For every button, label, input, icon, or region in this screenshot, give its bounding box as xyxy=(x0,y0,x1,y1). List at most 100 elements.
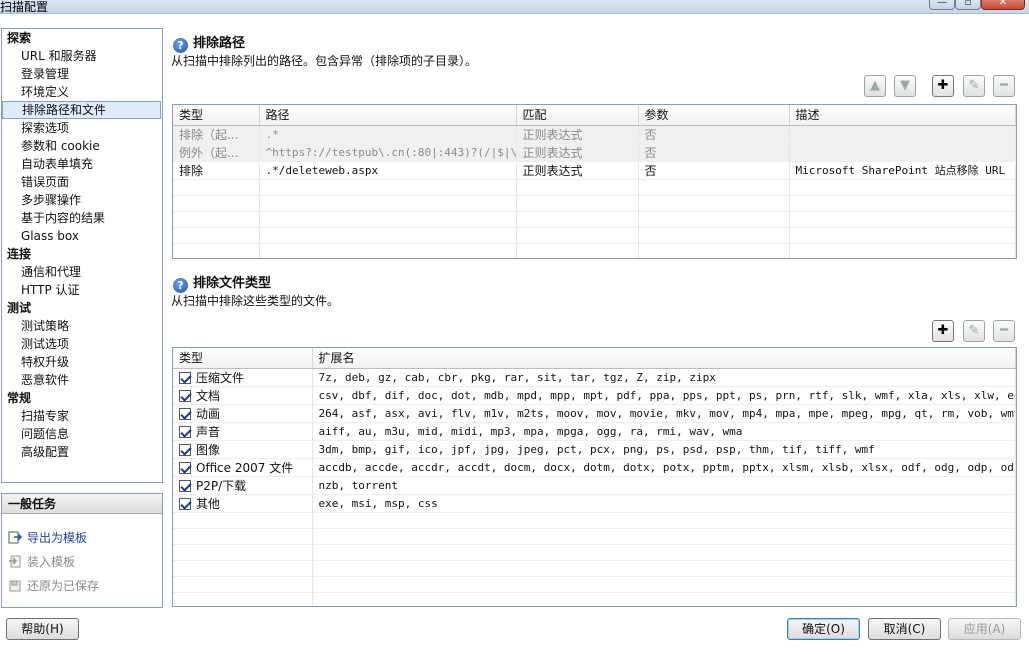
type-checkbox[interactable] xyxy=(179,461,191,474)
help-button[interactable]: 帮助(H) xyxy=(6,618,79,640)
cell-extensions: accdb, accde, accdr, accdt, docm, docx, … xyxy=(312,458,1016,477)
table-row[interactable]: Office 2007 文件 accdb, accde, accdr, accd… xyxy=(173,458,1016,477)
column-header-params[interactable]: 参数 xyxy=(638,105,790,126)
table-row[interactable]: 排除 .*/deleteweb.aspx 正则表达式 否 Microsoft S… xyxy=(173,161,1016,180)
nav-item-http-auth[interactable]: HTTP 认证 xyxy=(2,281,162,299)
help-icon[interactable]: ? xyxy=(173,278,188,293)
cell-extensions: 7z, deb, gz, cab, cbr, pkg, rar, sit, ta… xyxy=(312,368,1016,387)
revert-saved-link[interactable]: 还原为已保存 xyxy=(8,577,99,595)
apply-button[interactable]: 应用(A) xyxy=(948,618,1021,640)
cell-extensions: aiff, au, m3u, mid, midi, mp3, mpa, mpga… xyxy=(312,422,1016,441)
type-checkbox[interactable] xyxy=(179,371,191,384)
nav-item-explore-options[interactable]: 探索选项 xyxy=(2,119,162,137)
exclude-paths-description: 从扫描中排除列出的路径。包含异常（排除项的子目录）。 xyxy=(171,54,478,68)
move-up-button[interactable]: ▲ xyxy=(864,75,886,97)
empty-row xyxy=(173,227,1016,244)
column-header-type[interactable]: 类型 xyxy=(173,348,313,369)
type-checkbox[interactable] xyxy=(179,389,191,402)
export-icon xyxy=(8,531,23,544)
type-checkbox[interactable] xyxy=(179,407,191,420)
nav-item-exclude-paths-files[interactable]: 排除路径和文件 xyxy=(2,101,161,119)
add-file-type-button[interactable]: ✚ xyxy=(932,320,954,342)
table-row[interactable]: 声音 aiff, au, m3u, mid, midi, mp3, mpa, m… xyxy=(173,422,1016,441)
cell-type: 排除 xyxy=(173,161,260,180)
table-row[interactable]: 文档 csv, dbf, dif, doc, dot, mdb, mpd, mp… xyxy=(173,386,1016,405)
cell-match: 正则表达式 xyxy=(516,143,639,162)
maximize-button[interactable]: ▫ xyxy=(955,0,981,10)
nav-item-advanced-config[interactable]: 高级配置 xyxy=(2,443,162,461)
config-nav-panel: 探索 URL 和服务器 登录管理 环境定义 排除路径和文件 探索选项 参数和 c… xyxy=(1,28,163,483)
cell-extensions: nzb, torrent xyxy=(312,476,1016,495)
edit-path-button[interactable]: ✎ xyxy=(963,75,985,97)
cell-path: .* xyxy=(259,125,517,144)
cell-type: 排除（起... xyxy=(173,125,260,144)
table-row[interactable]: P2P/下载 nzb, torrent xyxy=(173,476,1016,495)
nav-item-test-policy[interactable]: 测试策略 xyxy=(2,317,162,335)
exclude-paths-table: 类型 路径 匹配 参数 描述 排除（起... .* 正则表达式 否 例外（起..… xyxy=(172,104,1017,259)
empty-row xyxy=(173,528,1016,545)
nav-item-url-servers[interactable]: URL 和服务器 xyxy=(2,47,162,65)
cell-match: 正则表达式 xyxy=(516,125,639,144)
cell-type: P2P/下载 xyxy=(173,476,313,495)
cell-type: Office 2007 文件 xyxy=(173,458,313,477)
type-checkbox[interactable] xyxy=(179,425,191,438)
nav-item-communication-proxy[interactable]: 通信和代理 xyxy=(2,263,162,281)
table-row[interactable]: 其他 exe, msi, msp, css xyxy=(173,494,1016,513)
column-header-match[interactable]: 匹配 xyxy=(516,105,639,126)
nav-category-explore: 探索 xyxy=(7,31,32,45)
nav-item-issue-info[interactable]: 问题信息 xyxy=(2,425,162,443)
nav-item-malware[interactable]: 恶意软件 xyxy=(2,371,162,389)
help-icon[interactable]: ? xyxy=(173,38,188,53)
table-row[interactable]: 图像 3dm, bmp, gif, ico, jpf, jpg, jpeg, p… xyxy=(173,440,1016,459)
nav-item-environment[interactable]: 环境定义 xyxy=(2,83,162,101)
column-header-description[interactable]: 描述 xyxy=(789,105,1016,126)
move-down-button[interactable]: ▼ xyxy=(894,75,916,97)
table-header-row: 类型 扩展名 xyxy=(173,348,1016,369)
nav-item-privilege-escalation[interactable]: 特权升级 xyxy=(2,353,162,371)
nav-item-params-cookie[interactable]: 参数和 cookie xyxy=(2,137,162,155)
nav-item-login-management[interactable]: 登录管理 xyxy=(2,65,162,83)
add-path-button[interactable]: ✚ xyxy=(932,75,954,97)
type-checkbox[interactable] xyxy=(179,479,191,492)
cell-type: 其他 xyxy=(173,494,313,513)
minimize-button[interactable]: — xyxy=(929,0,955,10)
cell-type: 例外（起... xyxy=(173,143,260,162)
nav-item-error-pages[interactable]: 错误页面 xyxy=(2,173,162,191)
cell-params: 否 xyxy=(638,125,790,144)
nav-item-content-results[interactable]: 基于内容的结果 xyxy=(2,209,162,227)
exclude-paths-title: 排除路径 xyxy=(193,36,246,51)
close-button[interactable]: ✕ xyxy=(981,0,1025,10)
cell-type: 动画 xyxy=(173,404,313,423)
export-template-link[interactable]: 导出为模板 xyxy=(8,529,87,547)
nav-item-multi-step[interactable]: 多步骤操作 xyxy=(2,191,162,209)
empty-row xyxy=(173,179,1016,196)
load-template-link[interactable]: 装入模板 xyxy=(8,553,75,571)
cell-type: 文档 xyxy=(173,386,313,405)
remove-path-button[interactable]: ━ xyxy=(993,75,1015,97)
nav-category-general: 常规 xyxy=(7,391,32,405)
table-row[interactable]: 压缩文件 7z, deb, gz, cab, cbr, pkg, rar, si… xyxy=(173,368,1016,387)
column-header-extensions[interactable]: 扩展名 xyxy=(312,348,1016,369)
cell-type: 图像 xyxy=(173,440,313,459)
empty-row xyxy=(173,195,1016,212)
table-row[interactable]: 例外（起... ^https?://testpub\.cn(:80|:443)?… xyxy=(173,143,1016,162)
column-header-path[interactable]: 路径 xyxy=(259,105,517,126)
remove-file-type-button[interactable]: ━ xyxy=(993,320,1015,342)
nav-category-test: 测试 xyxy=(7,301,32,315)
nav-item-test-options[interactable]: 测试选项 xyxy=(2,335,162,353)
nav-item-auto-form-fill[interactable]: 自动表单填充 xyxy=(2,155,162,173)
cell-type: 声音 xyxy=(173,422,313,441)
edit-file-type-button[interactable]: ✎ xyxy=(963,320,985,342)
cell-extensions: 264, asf, asx, avi, flv, m1v, m2ts, moov… xyxy=(312,404,1016,423)
type-checkbox[interactable] xyxy=(179,497,191,510)
ok-button[interactable]: 确定(O) xyxy=(787,618,860,640)
nav-item-glass-box[interactable]: Glass box xyxy=(2,227,162,245)
nav-item-scan-expert[interactable]: 扫描专家 xyxy=(2,407,162,425)
cancel-button[interactable]: 取消(C) xyxy=(868,618,941,640)
type-checkbox[interactable] xyxy=(179,443,191,456)
exclude-types-heading: ? 排除文件类型 xyxy=(173,272,271,293)
table-row[interactable]: 排除（起... .* 正则表达式 否 xyxy=(173,125,1016,144)
column-header-type[interactable]: 类型 xyxy=(173,105,260,126)
cell-type: 压缩文件 xyxy=(173,368,313,387)
table-row[interactable]: 动画 264, asf, asx, avi, flv, m1v, m2ts, m… xyxy=(173,404,1016,423)
